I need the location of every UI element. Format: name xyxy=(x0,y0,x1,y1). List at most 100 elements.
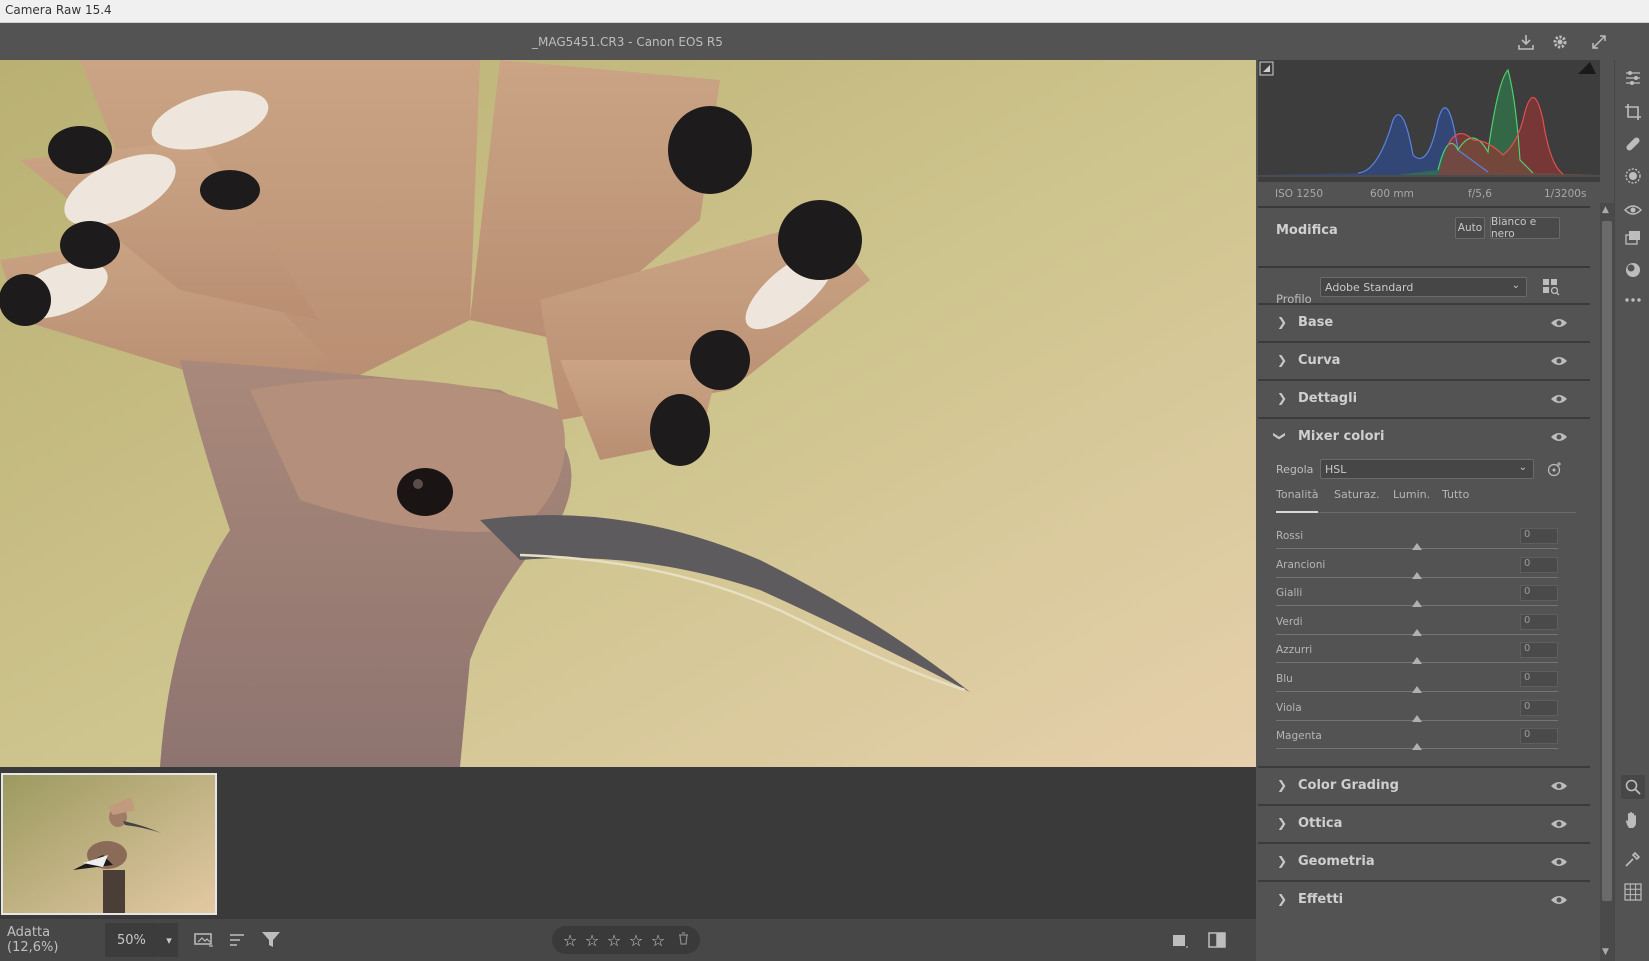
eye-icon[interactable] xyxy=(1550,891,1572,909)
slider-thumb[interactable] xyxy=(1412,543,1422,550)
bandage-icon[interactable] xyxy=(1621,132,1645,156)
gear-icon[interactable] xyxy=(1549,31,1571,53)
tab-luminance[interactable]: Lumin. xyxy=(1393,488,1430,501)
adjust-select[interactable]: HSL ⌄ xyxy=(1320,459,1534,479)
layers-icon[interactable] xyxy=(1621,226,1645,250)
slider-label: Magenta xyxy=(1276,730,1322,742)
slider-value-input[interactable]: 0 xyxy=(1520,528,1558,544)
scrollbar-thumb[interactable] xyxy=(1602,221,1612,901)
zoom-icon[interactable] xyxy=(1621,775,1645,799)
edit-panel: ISO 1250 600 mm f/5,6 1/3200s Modifica A… xyxy=(1258,60,1600,961)
zoom-fit-button[interactable]: Adatta (12,6%) xyxy=(0,919,105,961)
eye-icon[interactable] xyxy=(1550,314,1572,332)
section-label[interactable]: Mixer colori xyxy=(1298,429,1384,444)
target-adjust-icon[interactable] xyxy=(1546,461,1562,477)
crop-icon[interactable] xyxy=(1621,100,1645,124)
section-label: Geometria xyxy=(1298,854,1375,869)
black-white-button[interactable]: Bianco e nero xyxy=(1490,216,1560,240)
sort-icon[interactable] xyxy=(226,929,250,951)
star-icon[interactable]: ☆ xyxy=(606,931,622,950)
eye-icon[interactable] xyxy=(1550,815,1572,833)
slider-thumb[interactable] xyxy=(1412,686,1422,693)
download-icon[interactable] xyxy=(1515,31,1537,53)
slider-thumb[interactable] xyxy=(1412,629,1422,636)
profile-browser-icon[interactable] xyxy=(1542,278,1560,296)
tab-saturation[interactable]: Saturaz. xyxy=(1334,488,1380,501)
star-icon[interactable]: ☆ xyxy=(584,931,600,950)
section-base[interactable]: ❯ Base xyxy=(1258,303,1590,341)
tab-hue[interactable]: Tonalità xyxy=(1276,488,1318,501)
highlight-clipping-icon[interactable] xyxy=(1578,62,1596,74)
exif-shutter: 1/3200s xyxy=(1544,188,1587,200)
chevron-right-icon: ❯ xyxy=(1277,816,1288,830)
exif-iso: ISO 1250 xyxy=(1275,188,1324,200)
mask-icon[interactable] xyxy=(1621,164,1645,188)
scroll-down-icon[interactable]: ▼ xyxy=(1602,947,1609,957)
slider-thumb[interactable] xyxy=(1412,715,1422,722)
panel-scrollbar[interactable]: ▲ ▼ xyxy=(1600,203,1614,961)
eye-icon[interactable] xyxy=(1550,428,1572,446)
zoom-level-select[interactable]: 50% xyxy=(105,923,160,957)
single-view-icon[interactable] xyxy=(1168,929,1192,951)
star-icon[interactable]: ☆ xyxy=(562,931,578,950)
star-rating[interactable]: ☆ ☆ ☆ ☆ ☆ xyxy=(552,926,700,954)
slider-value-input[interactable]: 0 xyxy=(1520,642,1558,658)
shadow-clipping-icon[interactable] xyxy=(1263,65,1270,72)
snapshot-icon[interactable] xyxy=(1621,258,1645,282)
chevron-down-icon: ⌄ xyxy=(1518,462,1527,473)
slider-value-input[interactable]: 0 xyxy=(1520,700,1558,716)
slider-value-input[interactable]: 0 xyxy=(1520,614,1558,630)
exif-aperture: f/5,6 xyxy=(1468,188,1492,200)
eyedropper-icon[interactable] xyxy=(1621,847,1645,871)
slider-thumb[interactable] xyxy=(1412,743,1422,750)
eye-icon[interactable] xyxy=(1550,777,1572,795)
chevron-right-icon: ❯ xyxy=(1277,892,1288,906)
slider-thumb[interactable] xyxy=(1412,657,1422,664)
star-icon[interactable]: ☆ xyxy=(650,931,666,950)
slider-label: Blu xyxy=(1276,673,1293,685)
filmstrip-thumbnail[interactable] xyxy=(1,773,217,915)
filmstrip-toggle-icon[interactable] xyxy=(192,929,216,951)
section-geometry[interactable]: ❯ Geometria xyxy=(1258,842,1590,880)
section-optics[interactable]: ❯ Ottica xyxy=(1258,804,1590,842)
eye-icon[interactable] xyxy=(1550,853,1572,871)
slider-thumb[interactable] xyxy=(1412,572,1422,579)
sliders-icon[interactable] xyxy=(1621,66,1645,90)
tab-all[interactable]: Tutto xyxy=(1442,488,1469,501)
slider-label: Gialli xyxy=(1276,587,1303,599)
trash-icon[interactable] xyxy=(678,931,689,949)
hand-icon[interactable] xyxy=(1621,808,1645,832)
slider-label: Rossi xyxy=(1276,530,1304,542)
bottom-bar: Adatta (12,6%) 50% ▾ ☆ ☆ ☆ ☆ ☆ xyxy=(0,919,1256,961)
slider-thumb[interactable] xyxy=(1412,600,1422,607)
section-label: Base xyxy=(1298,315,1334,330)
expand-icon[interactable] xyxy=(1588,31,1610,53)
ellipsis-icon[interactable] xyxy=(1621,288,1645,312)
eye-icon[interactable] xyxy=(1621,198,1645,222)
section-color-grading[interactable]: ❯ Color Grading xyxy=(1258,766,1590,804)
slider-value-input[interactable]: 0 xyxy=(1520,671,1558,687)
star-icon[interactable]: ☆ xyxy=(628,931,644,950)
profile-select[interactable]: Adobe Standard ⌄ xyxy=(1320,277,1527,297)
slider-value-input[interactable]: 0 xyxy=(1520,728,1558,744)
section-curve[interactable]: ❯ Curva xyxy=(1258,341,1590,379)
slider-value-input[interactable]: 0 xyxy=(1520,557,1558,573)
app-title: Camera Raw 15.4 xyxy=(5,3,112,17)
compare-view-icon[interactable] xyxy=(1205,929,1229,951)
exif-info: ISO 1250 600 mm f/5,6 1/3200s xyxy=(1258,188,1600,204)
scroll-up-icon[interactable]: ▲ xyxy=(1602,205,1609,215)
filter-icon[interactable] xyxy=(259,929,283,951)
chevron-down-icon[interactable]: ▾ xyxy=(160,923,178,957)
eye-icon[interactable] xyxy=(1550,352,1572,370)
window-titlebar: Camera Raw 15.4 xyxy=(0,0,1649,23)
section-details[interactable]: ❯ Dettagli xyxy=(1258,379,1590,417)
slider-value-input[interactable]: 0 xyxy=(1520,585,1558,601)
image-canvas[interactable] xyxy=(0,60,1256,767)
eye-icon[interactable] xyxy=(1550,390,1572,408)
chevron-down-icon[interactable]: ❯ xyxy=(1273,431,1287,441)
grid-icon[interactable] xyxy=(1621,880,1645,904)
auto-button[interactable]: Auto xyxy=(1455,217,1485,239)
section-effects[interactable]: ❯ Effetti xyxy=(1258,880,1590,918)
tab-underline xyxy=(1276,512,1576,513)
slider-label: Viola xyxy=(1276,702,1302,714)
